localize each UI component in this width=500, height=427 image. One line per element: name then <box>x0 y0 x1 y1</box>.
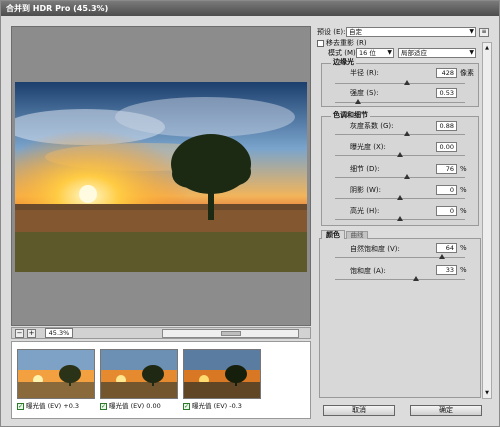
saturation-label: 饱和度 (A): <box>350 267 386 275</box>
gamma-slider[interactable] <box>335 131 465 136</box>
preset-menu-icon[interactable]: ≡ <box>479 28 489 37</box>
chevron-down-icon: ▼ <box>469 49 474 56</box>
ev-label: 曝光值 (EV) -0.3 <box>192 402 242 410</box>
bit-value: 16 位 <box>359 49 376 57</box>
slider-knob[interactable] <box>438 254 445 259</box>
preset-value: 自定 <box>349 28 362 36</box>
radius-unit: 像素 <box>460 69 474 77</box>
zoom-in-button[interactable]: + <box>27 329 36 338</box>
thumbnail-label[interactable]: ✓ 曝光值 (EV) 0.00 <box>100 402 161 411</box>
remove-ghosts-option[interactable]: 移去重影 (R) <box>317 39 367 48</box>
vibrance-slider[interactable] <box>335 254 465 259</box>
source-thumbnail[interactable] <box>100 349 178 399</box>
preview-canvas[interactable] <box>11 26 311 326</box>
slider-knob[interactable] <box>397 216 403 221</box>
mode-label: 模式 (M): <box>328 49 359 57</box>
zoom-level-field[interactable]: 45.3% <box>45 328 73 338</box>
exposure-slider[interactable] <box>335 152 465 157</box>
saturation-unit: % <box>460 266 467 274</box>
slider-knob[interactable] <box>397 152 403 157</box>
strength-label: 强度 (S): <box>350 89 379 97</box>
detail-slider[interactable] <box>335 174 465 179</box>
ok-button[interactable]: 确定 <box>410 405 482 416</box>
color-curve-panel <box>319 238 481 398</box>
remove-ghosts-checkbox[interactable] <box>317 39 324 47</box>
scroll-thumb[interactable] <box>221 331 241 336</box>
vibrance-input[interactable]: 64 <box>436 243 457 253</box>
gamma-label: 灰度系数 (G): <box>350 122 394 130</box>
slider-knob[interactable] <box>403 174 410 179</box>
tone-detail-title: 色调和细节 <box>331 111 370 120</box>
method-dropdown[interactable]: 局部适应 ▼ <box>398 48 476 58</box>
source-thumbnail[interactable] <box>17 349 95 399</box>
preset-label: 预设 (E): <box>317 28 346 36</box>
highlight-input[interactable]: 0 <box>436 206 457 216</box>
detail-unit: % <box>460 165 467 173</box>
thumbnail-label[interactable]: ✓ 曝光值 (EV) +0.3 <box>17 402 79 411</box>
tab-curve[interactable]: 曲线 <box>346 231 368 239</box>
tab-color[interactable]: 颜色 <box>321 230 345 239</box>
strength-slider[interactable] <box>335 99 465 104</box>
preview-nav-bar: − + 45.3% <box>11 327 311 339</box>
slider-knob[interactable] <box>403 80 410 85</box>
vertical-scrollbar[interactable]: ▲ ▼ <box>482 42 492 399</box>
horizontal-scrollbar[interactable] <box>162 329 299 338</box>
hdr-pro-dialog: 合并到 HDR Pro (45.3%) − + 45.3% ✓ 曝光值 (EV)… <box>0 0 500 427</box>
include-checkbox[interactable]: ✓ <box>17 402 24 410</box>
scroll-up-icon[interactable]: ▲ <box>484 45 490 51</box>
gamma-input[interactable]: 0.88 <box>436 121 457 131</box>
exposure-input[interactable]: 0.00 <box>436 142 457 152</box>
radius-input[interactable]: 428 <box>436 68 457 78</box>
source-thumbnail[interactable] <box>183 349 261 399</box>
ev-label: 曝光值 (EV) +0.3 <box>26 402 80 410</box>
shadow-input[interactable]: 0 <box>436 185 457 195</box>
strength-input[interactable]: 0.53 <box>436 88 457 98</box>
source-images-panel: ✓ 曝光值 (EV) +0.3 ✓ 曝光值 (EV) 0.00 ✓ 曝光值 (EV) … <box>11 341 311 419</box>
method-value: 局部适应 <box>401 49 427 57</box>
shadow-label: 阴影 (W): <box>350 186 381 194</box>
detail-input[interactable]: 76 <box>436 164 457 174</box>
include-checkbox[interactable]: ✓ <box>183 402 190 410</box>
include-checkbox[interactable]: ✓ <box>100 402 107 410</box>
hdr-preview-image <box>15 82 307 272</box>
preset-dropdown[interactable]: 自定 ▼ <box>346 27 476 37</box>
detail-label: 细节 (D): <box>350 165 380 173</box>
chevron-down-icon: ▼ <box>469 28 474 35</box>
exposure-label: 曝光度 (X): <box>350 143 386 151</box>
slider-knob[interactable] <box>355 99 362 104</box>
vibrance-label: 自然饱和度 (V): <box>350 245 400 253</box>
bit-depth-dropdown[interactable]: 16 位 ▼ <box>356 48 394 58</box>
highlight-unit: % <box>460 207 467 215</box>
shadow-unit: % <box>460 186 467 194</box>
slider-knob[interactable] <box>403 131 410 136</box>
saturation-input[interactable]: 33 <box>436 265 457 275</box>
remove-ghosts-label: 移去重影 (R) <box>326 39 367 47</box>
edge-glow-title: 边缘光 <box>331 58 356 67</box>
highlight-label: 高光 (H): <box>350 207 380 215</box>
ev-label: 曝光值 (EV) 0.00 <box>109 402 161 410</box>
zoom-out-button[interactable]: − <box>15 329 24 338</box>
slider-knob[interactable] <box>412 276 419 281</box>
thumbnail-label[interactable]: ✓ 曝光值 (EV) -0.3 <box>183 402 242 411</box>
vibrance-unit: % <box>460 244 467 252</box>
shadow-slider[interactable] <box>335 195 465 200</box>
slider-knob[interactable] <box>397 195 403 200</box>
scroll-down-icon[interactable]: ▼ <box>484 390 490 396</box>
cancel-button[interactable]: 取消 <box>323 405 395 416</box>
highlight-slider[interactable] <box>335 216 465 221</box>
radius-label: 半径 (R): <box>350 69 379 77</box>
chevron-down-icon: ▼ <box>387 49 392 56</box>
radius-slider[interactable] <box>335 80 465 85</box>
saturation-slider[interactable] <box>335 276 465 281</box>
window-title: 合并到 HDR Pro (45.3%) <box>1 1 499 16</box>
